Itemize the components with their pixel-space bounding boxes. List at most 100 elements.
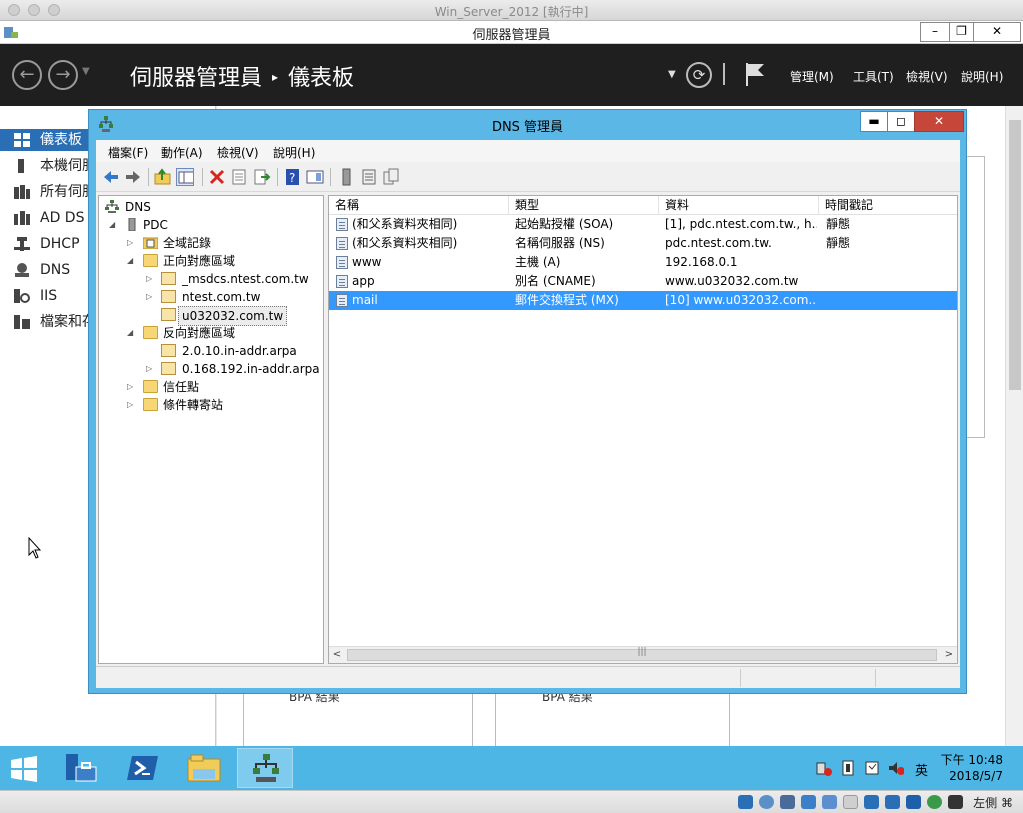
collapse-arrow-icon[interactable]: ◢ xyxy=(127,324,137,342)
up-folder-icon[interactable] xyxy=(154,168,172,186)
properties-icon[interactable] xyxy=(230,168,248,186)
vbox-display-icon[interactable] xyxy=(864,795,879,809)
scrollbar-thumb[interactable]: ||| xyxy=(347,647,937,661)
vbox-audio-icon[interactable] xyxy=(780,795,795,809)
sidebar-item-dns[interactable]: DNS xyxy=(0,259,90,281)
expand-arrow-icon[interactable]: ▷ xyxy=(146,360,156,378)
scroll-right-arrow-icon[interactable]: > xyxy=(941,647,957,663)
tree-item-forward-zones[interactable]: ◢ 正向對應區域 xyxy=(99,252,323,270)
expand-arrow-icon[interactable]: ▷ xyxy=(127,396,137,414)
vbox-network-icon[interactable] xyxy=(801,795,816,809)
sidebar-item-ad-ds[interactable]: AD DS xyxy=(0,207,90,229)
history-dropdown-icon[interactable]: ▼ xyxy=(82,66,90,77)
menu-file[interactable]: 檔案(F) xyxy=(108,144,148,161)
taskbar-dns-manager[interactable] xyxy=(237,748,293,788)
forward-icon[interactable] xyxy=(124,168,142,186)
windows-start-icon[interactable] xyxy=(10,756,38,782)
action-pane-icon[interactable] xyxy=(306,168,324,186)
scroll-left-arrow-icon[interactable]: < xyxy=(329,647,345,663)
menu-manage[interactable]: 管理(M) xyxy=(790,68,834,85)
menu-view[interactable]: 檢視(V) xyxy=(906,68,948,85)
sidebar-item-iis[interactable]: IIS xyxy=(0,285,90,307)
menu-help[interactable]: 說明(H) xyxy=(961,68,1003,85)
refresh-icon[interactable]: ⟳ xyxy=(686,62,712,88)
taskbar-server-manager[interactable] xyxy=(54,748,110,788)
expand-arrow-icon[interactable]: ▷ xyxy=(127,378,137,396)
forward-arrow-icon[interactable]: → xyxy=(48,60,78,90)
tree-item-zone[interactable]: ▷ ntest.com.tw xyxy=(99,288,323,306)
table-row[interactable]: www 主機 (A) 192.168.0.1 xyxy=(329,253,957,272)
record-list-icon[interactable] xyxy=(360,168,378,186)
vbox-cpu-icon[interactable] xyxy=(906,795,921,809)
tray-server-icon[interactable] xyxy=(840,760,856,776)
breadcrumb-root[interactable]: 伺服器管理員 xyxy=(130,66,262,91)
column-header-name[interactable]: 名稱 xyxy=(329,196,509,215)
column-header-timestamp[interactable]: 時間戳記 xyxy=(819,196,957,215)
tree-item-zone[interactable]: ▷ _msdcs.ntest.com.tw xyxy=(99,270,323,288)
export-list-icon[interactable] xyxy=(253,168,271,186)
back-icon[interactable] xyxy=(102,168,120,186)
tree-item-global-logs[interactable]: ▷ 全域記錄 xyxy=(99,234,323,252)
delete-icon[interactable] xyxy=(208,168,226,186)
sidebar-item-file-storage[interactable]: 檔案和存放服務 xyxy=(0,311,90,333)
tree-item-dns-root[interactable]: DNS xyxy=(99,198,323,216)
sm-close-button[interactable]: ✕ xyxy=(973,22,1021,42)
tree-item-reverse-zones[interactable]: ◢ 反向對應區域 xyxy=(99,324,323,342)
notifications-flag-icon[interactable] xyxy=(744,61,766,87)
menu-action[interactable]: 動作(A) xyxy=(161,144,203,161)
tree-item-conditional-forwarders[interactable]: ▷ 條件轉寄站 xyxy=(99,396,323,414)
tray-action-center-icon[interactable] xyxy=(864,760,880,776)
sm-restore-button[interactable]: ❐ xyxy=(949,22,974,42)
menu-tools[interactable]: 工具(T) xyxy=(853,68,894,85)
vbox-hdd-icon[interactable] xyxy=(738,795,753,809)
server-tool-icon[interactable] xyxy=(338,168,356,186)
tray-volume-muted-icon[interactable] xyxy=(888,760,904,776)
vbox-guest-additions-icon[interactable] xyxy=(927,795,942,809)
table-row[interactable]: (和父系資料夾相同) 起始點授權 (SOA) [1], pdc.ntest.co… xyxy=(329,215,957,234)
tree-item-server-pdc[interactable]: ◢ PDC xyxy=(99,216,323,234)
vbox-mouse-integration-icon[interactable] xyxy=(948,795,963,809)
menu-view[interactable]: 檢視(V) xyxy=(217,144,259,161)
tray-network-error-icon[interactable] xyxy=(816,760,832,776)
help-icon[interactable]: ? xyxy=(284,168,302,186)
taskbar-powershell[interactable] xyxy=(115,748,171,788)
table-row-selected[interactable]: mail 郵件交換程式 (MX) [10] www.u032032.com...… xyxy=(329,291,957,310)
multi-record-icon[interactable] xyxy=(382,168,400,186)
collapse-arrow-icon[interactable]: ◢ xyxy=(127,252,137,270)
back-arrow-icon[interactable]: ← xyxy=(12,60,42,90)
sidebar-item-dashboard[interactable]: 儀表板 xyxy=(0,129,90,151)
sm-vertical-scrollbar[interactable] xyxy=(1005,106,1023,746)
expand-arrow-icon[interactable]: ▷ xyxy=(127,234,137,252)
dns-close-button[interactable]: ✕ xyxy=(914,111,964,132)
table-row[interactable]: app 別名 (CNAME) www.u032032.com.tw xyxy=(329,272,957,291)
table-row[interactable]: (和父系資料夾相同) 名稱伺服器 (NS) pdc.ntest.com.tw. … xyxy=(329,234,957,253)
tray-ime-indicator[interactable]: 英 xyxy=(915,760,928,779)
expand-arrow-icon[interactable]: ▷ xyxy=(146,270,156,288)
tree-item-zone[interactable]: 2.0.10.in-addr.arpa xyxy=(99,342,323,360)
dns-maximize-button[interactable]: ◻ xyxy=(887,111,915,132)
vbox-shared-folders-icon[interactable] xyxy=(843,795,858,809)
sidebar-item-all-servers[interactable]: 所有伺服器 xyxy=(0,181,90,203)
vbox-capture-icon[interactable] xyxy=(885,795,900,809)
sm-minimize-button[interactable]: – xyxy=(920,22,950,42)
horizontal-scrollbar[interactable]: < ||| > xyxy=(329,646,957,663)
scrollbar-thumb[interactable] xyxy=(1009,120,1021,390)
column-header-type[interactable]: 類型 xyxy=(509,196,659,215)
collapse-arrow-icon[interactable]: ◢ xyxy=(109,216,119,234)
tree-item-zone-selected[interactable]: u032032.com.tw xyxy=(99,306,323,326)
tray-clock[interactable]: 下午 10:48 2018/5/7 xyxy=(941,752,1003,784)
dns-manager-window: DNS 管理員 ▬ ◻ ✕ 檔案(F) 動作(A) 檢視(V) 說明(H) ? xyxy=(88,109,967,694)
taskbar-file-explorer[interactable] xyxy=(176,748,232,788)
vbox-usb-icon[interactable] xyxy=(822,795,837,809)
tree-item-trust-points[interactable]: ▷ 信任點 xyxy=(99,378,323,396)
sidebar-item-dhcp[interactable]: DHCP xyxy=(0,233,90,255)
column-header-data[interactable]: 資料 xyxy=(659,196,819,215)
expand-arrow-icon[interactable]: ▷ xyxy=(146,288,156,306)
show-hide-tree-icon[interactable] xyxy=(176,168,194,186)
menu-help[interactable]: 說明(H) xyxy=(273,144,315,161)
tree-item-zone[interactable]: ▷ 0.168.192.in-addr.arpa xyxy=(99,360,323,378)
header-dropdown-icon[interactable]: ▼ xyxy=(668,69,676,80)
vbox-optical-icon[interactable] xyxy=(759,795,774,809)
dns-minimize-button[interactable]: ▬ xyxy=(860,111,888,132)
sidebar-item-local-server[interactable]: 本機伺服器 xyxy=(0,155,90,177)
